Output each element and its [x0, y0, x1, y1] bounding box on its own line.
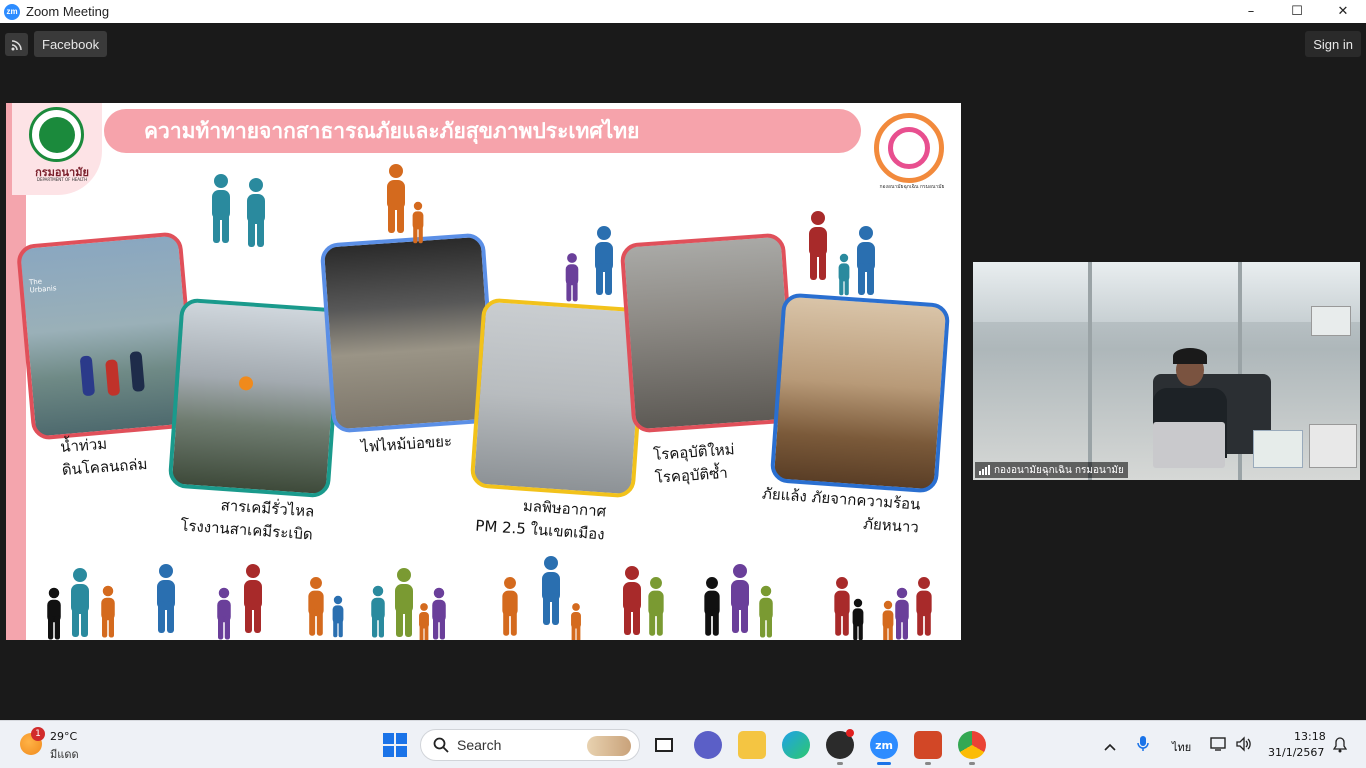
- task-view-icon[interactable]: [650, 731, 678, 759]
- chrome-icon[interactable]: [958, 731, 986, 759]
- taskbar-search[interactable]: Search: [420, 729, 640, 761]
- maximize-button[interactable]: ☐: [1274, 0, 1320, 23]
- participant-video[interactable]: กองอนามัยฉุกเฉิน กรมอนามัย: [973, 262, 1360, 480]
- weather-desc[interactable]: มีแดด: [50, 745, 79, 763]
- zoom-taskbar-icon[interactable]: zm: [870, 731, 898, 759]
- windows-start-icon[interactable]: [383, 733, 407, 757]
- participant-name-tag: กองอนามัยฉุกเฉิน กรมอนามัย: [975, 462, 1128, 478]
- window-title: Zoom Meeting: [26, 4, 110, 19]
- clock-date[interactable]: 31/1/2567: [1268, 746, 1324, 759]
- running-indicator: [969, 762, 975, 765]
- window-controls: – ☐ ✕: [1228, 0, 1366, 23]
- search-highlight-icon: [587, 736, 631, 756]
- running-indicator-active: [877, 762, 891, 765]
- clock-time[interactable]: 13:18: [1294, 730, 1326, 743]
- weather-badge: 1: [31, 727, 45, 741]
- file-explorer-icon[interactable]: [738, 731, 766, 759]
- people-figures-icon: [47, 164, 932, 640]
- signin-button[interactable]: Sign in: [1305, 31, 1361, 57]
- teams-chat-icon[interactable]: [694, 731, 722, 759]
- microphone-icon[interactable]: [1136, 735, 1150, 757]
- powerpoint-icon[interactable]: [914, 731, 942, 759]
- notifications-icon[interactable]: [1332, 737, 1348, 757]
- window-titlebar: zm Zoom Meeting – ☐ ✕: [0, 0, 1366, 23]
- participant-name: กองอนามัยฉุกเฉิน กรมอนามัย: [994, 464, 1124, 476]
- signal-bars-icon: [979, 465, 990, 475]
- search-placeholder: Search: [457, 737, 502, 753]
- shared-slide: กรมอนามัย DEPARTMENT OF HEALTH ความท้าทา…: [6, 103, 961, 640]
- minimize-button[interactable]: –: [1228, 0, 1274, 23]
- obs-notification-dot: [846, 729, 854, 737]
- volume-icon[interactable]: [1235, 736, 1253, 756]
- search-icon: [433, 737, 449, 753]
- windows-taskbar: 1 29°C มีแดด Search zm ไทย 13:18 31/1/25…: [0, 720, 1366, 768]
- weather-temp[interactable]: 29°C: [50, 730, 77, 743]
- zoom-app-icon: zm: [4, 3, 20, 20]
- running-indicator: [925, 762, 931, 765]
- chevron-up-icon[interactable]: [1103, 737, 1117, 756]
- language-indicator[interactable]: ไทย: [1172, 738, 1191, 756]
- zoom-toolbar: Facebook Sign in: [0, 23, 1366, 65]
- close-button[interactable]: ✕: [1320, 0, 1366, 23]
- running-indicator: [837, 762, 843, 765]
- rss-icon[interactable]: [5, 33, 28, 56]
- network-icon[interactable]: [1210, 736, 1228, 756]
- facebook-tab[interactable]: Facebook: [34, 31, 108, 57]
- edge-browser-icon[interactable]: [782, 731, 810, 759]
